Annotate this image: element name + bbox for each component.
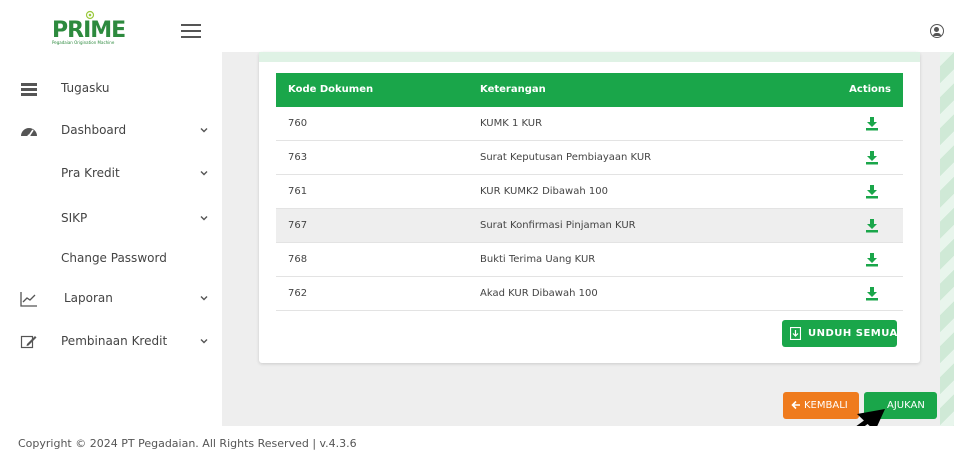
- dashboard-icon: [21, 128, 37, 138]
- sidebar: Tugasku Dashboard Pra Kredit SIKP Change…: [0, 52, 222, 426]
- sidebar-item-label: Tugasku: [61, 81, 110, 95]
- download-icon[interactable]: [865, 184, 879, 199]
- download-icon[interactable]: [865, 116, 879, 131]
- cell-kode: 763: [288, 152, 308, 163]
- sidebar-item-laporan[interactable]: Laporan: [0, 282, 222, 316]
- chart-icon: [20, 292, 37, 307]
- sidebar-item-label: Pembinaan Kredit: [61, 334, 168, 348]
- prime-logo[interactable]: PRIME Pegadaian Origination Machine: [52, 10, 142, 50]
- cell-kode: 767: [288, 220, 308, 231]
- tasks-icon: [21, 83, 37, 96]
- download-icon[interactable]: [865, 252, 879, 267]
- header-actions: Actions: [849, 84, 891, 95]
- sidebar-item-pembinaan-kredit[interactable]: Pembinaan Kredit: [0, 325, 222, 359]
- decorative-pattern: [940, 52, 954, 426]
- header-keterangan: Keterangan: [480, 84, 546, 95]
- download-icon[interactable]: [865, 218, 879, 233]
- table-row: 761 KUR KUMK2 Dibawah 100: [276, 175, 903, 209]
- sidebar-item-label: Change Password: [61, 251, 167, 265]
- logo-subtitle: Pegadaian Origination Machine: [52, 40, 115, 45]
- sidebar-item-tugasku[interactable]: Tugasku: [0, 72, 222, 106]
- table-header: Kode Dokumen Keterangan Actions: [276, 73, 903, 107]
- cell-keterangan: Surat Keputusan Pembiayaan KUR: [480, 152, 652, 163]
- table-row: 760 KUMK 1 KUR: [276, 107, 903, 141]
- cell-keterangan: Bukti Terima Uang KUR: [480, 254, 596, 265]
- footer: Copyright © 2024 PT Pegadaian. All Right…: [0, 426, 954, 472]
- copyright-text: Copyright © 2024 PT Pegadaian. All Right…: [18, 437, 357, 450]
- unduh-semua-label: UNDUH SEMUA: [808, 328, 898, 339]
- unduh-semua-button[interactable]: UNDUH SEMUA: [782, 320, 897, 347]
- table-row: 768 Bukti Terima Uang KUR: [276, 243, 903, 277]
- sidebar-item-label: Pra Kredit: [61, 166, 120, 180]
- download-icon[interactable]: [865, 150, 879, 165]
- cell-kode: 761: [288, 186, 308, 197]
- chevron-down-icon: [200, 171, 208, 176]
- download-icon[interactable]: [865, 286, 879, 301]
- chevron-down-icon: [200, 128, 208, 133]
- table-row: 767 Surat Konfirmasi Pinjaman KUR: [276, 209, 903, 243]
- file-download-icon: [790, 327, 801, 340]
- chevron-down-icon: [200, 296, 208, 301]
- app-root: PRIME Pegadaian Origination Machine Tuga…: [0, 0, 954, 472]
- cell-keterangan: Surat Konfirmasi Pinjaman KUR: [480, 220, 636, 231]
- svg-text:PRIME: PRIME: [52, 18, 125, 42]
- table-row: 762 Akad KUR Dibawah 100: [276, 277, 903, 311]
- sidebar-item-label: Laporan: [64, 291, 113, 305]
- cell-kode: 768: [288, 254, 308, 265]
- sidebar-item-label: Dashboard: [61, 123, 127, 137]
- chevron-down-icon: [200, 216, 208, 221]
- cell-keterangan: KUMK 1 KUR: [480, 118, 543, 129]
- cell-kode: 760: [288, 118, 308, 129]
- sidebar-item-change-password[interactable]: Change Password: [0, 242, 222, 276]
- card-top-strip: [259, 52, 920, 62]
- sidebar-item-pra-kredit[interactable]: Pra Kredit: [0, 157, 222, 191]
- table-row: 763 Surat Keputusan Pembiayaan KUR: [276, 141, 903, 175]
- prime-logo-mark: PRIME: [52, 10, 126, 43]
- cell-kode: 762: [288, 288, 308, 299]
- top-header: PRIME Pegadaian Origination Machine: [0, 0, 954, 52]
- sidebar-item-sikp[interactable]: SIKP: [0, 202, 222, 236]
- user-account-icon[interactable]: [930, 24, 944, 38]
- chevron-down-icon: [200, 339, 208, 344]
- menu-toggle-icon[interactable]: [181, 24, 201, 38]
- sidebar-item-dashboard[interactable]: Dashboard: [0, 114, 222, 148]
- documents-table: Kode Dokumen Keterangan Actions 760 KUMK…: [276, 73, 903, 311]
- edit-icon: [20, 335, 37, 349]
- sidebar-item-label: SIKP: [61, 211, 88, 225]
- cell-keterangan: Akad KUR Dibawah 100: [480, 288, 598, 299]
- cell-keterangan: KUR KUMK2 Dibawah 100: [480, 186, 608, 197]
- header-kode-dokumen: Kode Dokumen: [288, 84, 374, 95]
